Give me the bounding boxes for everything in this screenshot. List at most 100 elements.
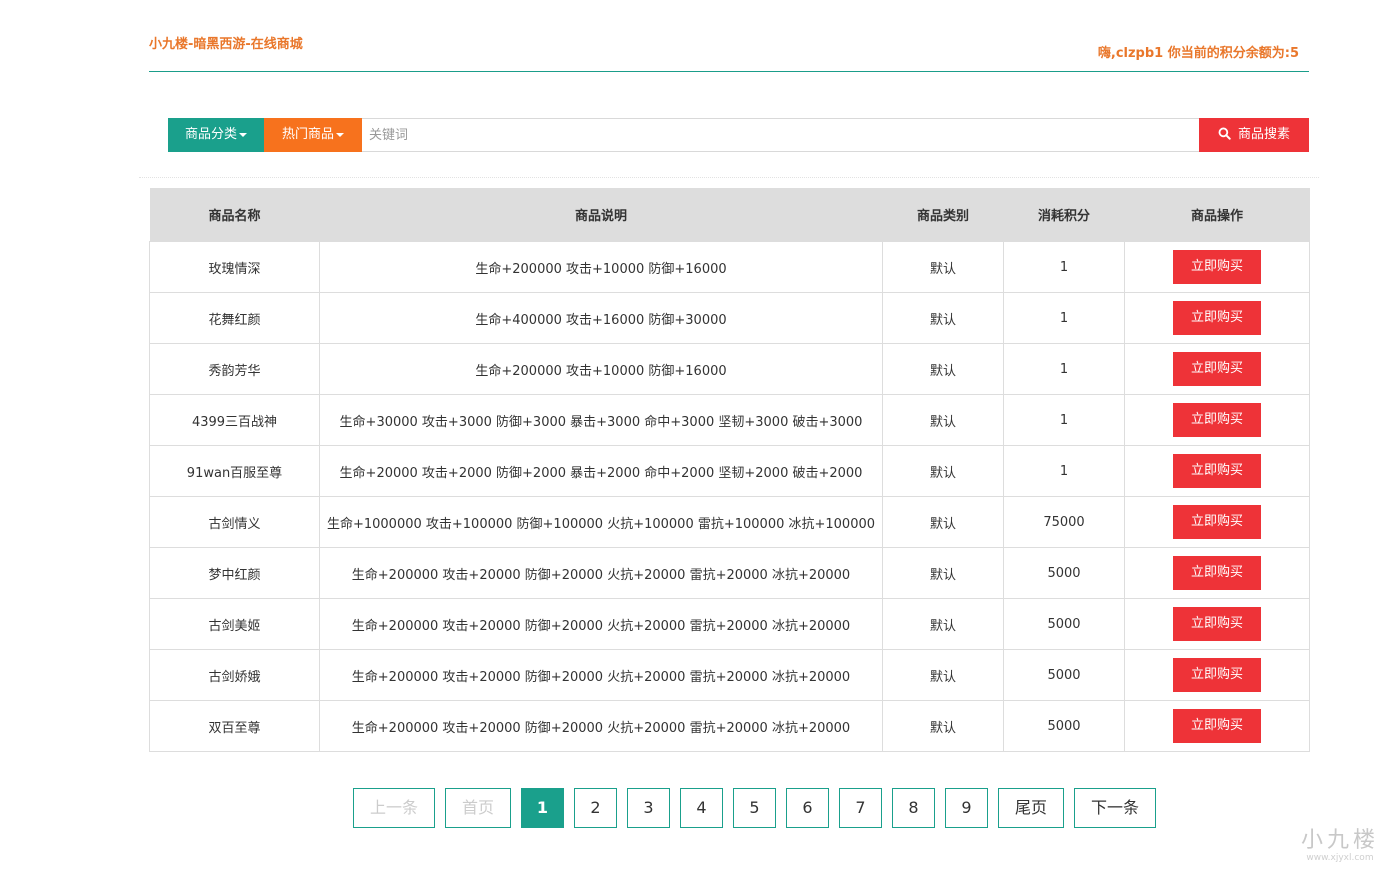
buy-now-button[interactable]: 立即购买	[1173, 709, 1261, 743]
column-header-description: 商品说明	[319, 188, 883, 242]
goods-category: 默认	[882, 445, 1004, 497]
table-row: 双百至尊 生命+200000 攻击+20000 防御+20000 火抗+2000…	[149, 700, 1310, 752]
buy-now-button[interactable]: 立即购买	[1173, 658, 1261, 692]
goods-category: 默认	[882, 547, 1004, 599]
goods-points: 5000	[1003, 700, 1125, 752]
buy-now-button[interactable]: 立即购买	[1173, 556, 1261, 590]
buy-now-button[interactable]: 立即购买	[1173, 250, 1261, 284]
goods-action: 立即购买	[1124, 547, 1310, 599]
keyword-search-input[interactable]	[362, 118, 1205, 152]
goods-points: 1	[1003, 292, 1125, 344]
goods-points: 5000	[1003, 598, 1125, 650]
goods-description: 生命+200000 攻击+10000 防御+16000	[319, 241, 883, 293]
goods-name: 玫瑰情深	[149, 241, 320, 293]
goods-category: 默认	[882, 292, 1004, 344]
page-button-8[interactable]: 8	[892, 788, 935, 828]
buy-now-button[interactable]: 立即购买	[1173, 607, 1261, 641]
goods-name: 古剑情义	[149, 496, 320, 548]
goods-category: 默认	[882, 394, 1004, 446]
goods-name: 古剑美姬	[149, 598, 320, 650]
goods-category: 默认	[882, 241, 1004, 293]
goods-action: 立即购买	[1124, 292, 1310, 344]
goods-points: 75000	[1003, 496, 1125, 548]
page-button-5[interactable]: 5	[733, 788, 776, 828]
goods-points: 5000	[1003, 547, 1125, 599]
table-row: 古剑美姬 生命+200000 攻击+20000 防御+20000 火抗+2000…	[149, 598, 1310, 650]
goods-action: 立即购买	[1124, 394, 1310, 446]
goods-description: 生命+30000 攻击+3000 防御+3000 暴击+3000 命中+3000…	[319, 394, 883, 446]
goods-description: 生命+200000 攻击+20000 防御+20000 火抗+20000 雷抗+…	[319, 598, 883, 650]
goods-name: 花舞红颜	[149, 292, 320, 344]
table-row: 古剑娇娥 生命+200000 攻击+20000 防御+20000 火抗+2000…	[149, 649, 1310, 701]
goods-name: 91wan百服至尊	[149, 445, 320, 497]
goods-description: 生命+400000 攻击+16000 防御+30000	[319, 292, 883, 344]
goods-action: 立即购买	[1124, 343, 1310, 395]
column-header-name: 商品名称	[149, 188, 320, 242]
buy-now-button[interactable]: 立即购买	[1173, 352, 1261, 386]
goods-category: 默认	[882, 700, 1004, 752]
goods-points: 1	[1003, 445, 1125, 497]
next-page-button[interactable]: 下一条	[1074, 788, 1156, 828]
buy-now-button[interactable]: 立即购买	[1173, 403, 1261, 437]
table-row: 4399三百战神 生命+30000 攻击+3000 防御+3000 暴击+300…	[149, 394, 1310, 446]
buy-now-button[interactable]: 立即购买	[1173, 505, 1261, 539]
table-row: 梦中红颜 生命+200000 攻击+20000 防御+20000 火抗+2000…	[149, 547, 1310, 599]
caret-down-icon	[239, 132, 247, 137]
hot-goods-dropdown-button[interactable]: 热门商品	[264, 118, 362, 152]
goods-search-button[interactable]: 商品搜素	[1199, 118, 1309, 152]
goods-description: 生命+200000 攻击+20000 防御+20000 火抗+20000 雷抗+…	[319, 649, 883, 701]
page-button-3[interactable]: 3	[627, 788, 670, 828]
goods-name: 4399三百战神	[149, 394, 320, 446]
page-button-1[interactable]: 1	[521, 788, 564, 828]
caret-down-icon	[336, 132, 344, 137]
goods-description: 生命+1000000 攻击+100000 防御+100000 火抗+100000…	[319, 496, 883, 548]
table-row: 玫瑰情深 生命+200000 攻击+10000 防御+16000 默认 1 立即…	[149, 241, 1310, 293]
watermark: 小九楼 www.xjyxl.com	[1290, 830, 1390, 870]
page-header: 小九楼-暗黑西游-在线商城 嗨,clzpb1 你当前的积分余额为:5	[149, 0, 1309, 72]
page-button-2[interactable]: 2	[574, 788, 617, 828]
goods-points: 5000	[1003, 649, 1125, 701]
goods-name: 梦中红颜	[149, 547, 320, 599]
goods-action: 立即购买	[1124, 241, 1310, 293]
watermark-name: 小九楼	[1300, 828, 1379, 853]
goods-table: 商品名称 商品说明 商品类别 消耗积分 商品操作 玫瑰情深 生命+200000 …	[149, 188, 1310, 752]
goods-points: 1	[1003, 241, 1125, 293]
table-row: 古剑情义 生命+1000000 攻击+100000 防御+100000 火抗+1…	[149, 496, 1310, 548]
page-button-6[interactable]: 6	[786, 788, 829, 828]
user-points-info: 嗨,clzpb1 你当前的积分余额为:5	[1097, 46, 1299, 61]
category-dropdown-label: 商品分类	[184, 127, 237, 142]
goods-action: 立即购买	[1124, 700, 1310, 752]
goods-name: 秀韵芳华	[149, 343, 320, 395]
table-header-row: 商品名称 商品说明 商品类别 消耗积分 商品操作	[149, 188, 1310, 242]
search-icon	[1218, 127, 1231, 140]
goods-name: 古剑娇娥	[149, 649, 320, 701]
goods-points: 1	[1003, 343, 1125, 395]
goods-action: 立即购买	[1124, 496, 1310, 548]
first-page-button[interactable]: 首页	[445, 788, 511, 828]
watermark-url: www.xjyxl.com	[1306, 853, 1374, 863]
goods-description: 生命+200000 攻击+20000 防御+20000 火抗+20000 雷抗+…	[319, 547, 883, 599]
goods-description: 生命+20000 攻击+2000 防御+2000 暴击+2000 命中+2000…	[319, 445, 883, 497]
page-button-4[interactable]: 4	[680, 788, 723, 828]
buy-now-button[interactable]: 立即购买	[1173, 301, 1261, 335]
category-dropdown-button[interactable]: 商品分类	[168, 118, 264, 152]
page-button-9[interactable]: 9	[945, 788, 988, 828]
goods-description: 生命+200000 攻击+20000 防御+20000 火抗+20000 雷抗+…	[319, 700, 883, 752]
prev-page-button[interactable]: 上一条	[353, 788, 435, 828]
goods-action: 立即购买	[1124, 649, 1310, 701]
site-title[interactable]: 小九楼-暗黑西游-在线商城	[149, 33, 303, 52]
divider	[139, 177, 1319, 178]
page-button-7[interactable]: 7	[839, 788, 882, 828]
goods-category: 默认	[882, 343, 1004, 395]
buy-now-button[interactable]: 立即购买	[1173, 454, 1261, 488]
table-row: 91wan百服至尊 生命+20000 攻击+2000 防御+2000 暴击+20…	[149, 445, 1310, 497]
goods-points: 1	[1003, 394, 1125, 446]
goods-description: 生命+200000 攻击+10000 防御+16000	[319, 343, 883, 395]
goods-search-label: 商品搜素	[1237, 127, 1290, 142]
search-bar: 商品分类 热门商品 商品搜素	[168, 118, 1309, 152]
column-header-points: 消耗积分	[1003, 188, 1125, 242]
goods-action: 立即购买	[1124, 445, 1310, 497]
goods-name: 双百至尊	[149, 700, 320, 752]
last-page-button[interactable]: 尾页	[998, 788, 1064, 828]
goods-action: 立即购买	[1124, 598, 1310, 650]
